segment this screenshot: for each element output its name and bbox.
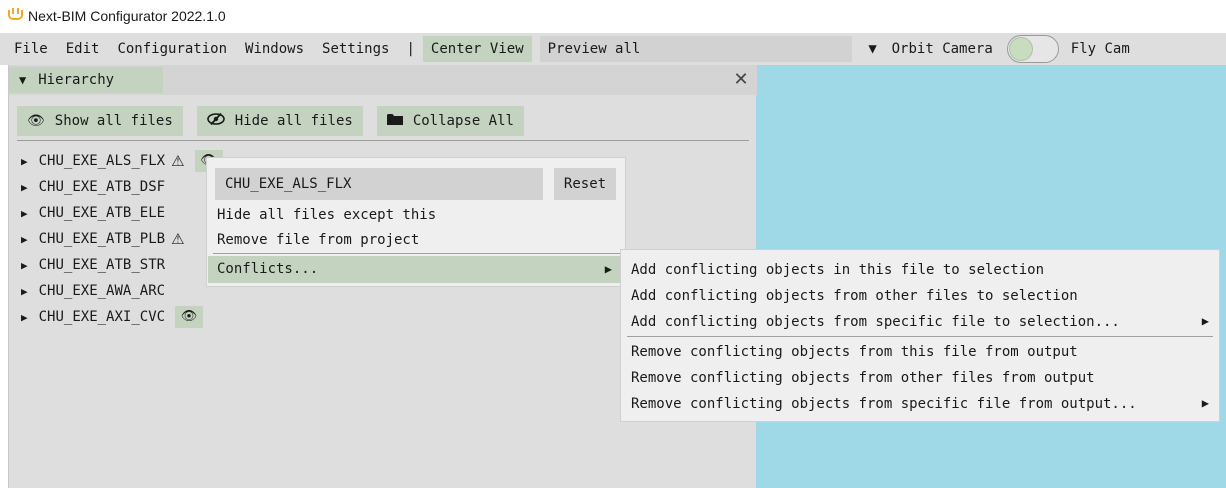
show-all-files-label: Show all files — [54, 113, 173, 129]
file-name: CHU_EXE_ATB_DSF — [38, 179, 166, 195]
collapse-all-label: Collapse All — [412, 113, 514, 129]
collapse-triangle-icon[interactable]: ▼ — [19, 73, 26, 87]
file-row[interactable]: ▶ CHU_EXE_ATB_PLB ⚠ — [21, 226, 223, 252]
file-row[interactable]: ▶ CHU_EXE_ATB_STR — [21, 252, 223, 278]
menu-bar: File Edit Configuration Windows Settings… — [0, 33, 1226, 65]
expand-triangle-icon[interactable]: ▶ — [21, 207, 28, 220]
submenu-divider — [627, 336, 1213, 337]
menu-divider — [213, 253, 621, 254]
orbit-camera-label: Orbit Camera — [891, 41, 993, 57]
file-name: CHU_EXE_AWA_ARC — [38, 283, 166, 299]
eye-slash-icon — [206, 112, 225, 129]
file-row[interactable]: ▶ CHU_EXE_ALS_FLX ⚠ 👁 — [21, 148, 223, 174]
menu-windows[interactable]: Windows — [236, 33, 313, 65]
add-conflicts-specific-file-item[interactable]: Add conflicting objects from specific fi… — [631, 314, 1120, 330]
submenu-arrow-icon: ▶ — [1201, 396, 1209, 410]
expand-triangle-icon[interactable]: ▶ — [21, 259, 28, 272]
expand-triangle-icon[interactable]: ▶ — [21, 285, 28, 298]
hierarchy-tab-label: Hierarchy — [38, 72, 115, 88]
file-row[interactable]: ▶ CHU_EXE_ATB_ELE — [21, 200, 223, 226]
menu-separator: | — [406, 41, 415, 57]
preview-all-button[interactable]: Preview all — [539, 36, 852, 62]
toggle-knob — [1008, 37, 1033, 61]
hide-all-files-label: Hide all files — [234, 113, 353, 129]
file-name-field[interactable]: CHU_EXE_ALS_FLX — [215, 168, 543, 200]
add-conflicts-this-file-item[interactable]: Add conflicting objects in this file to … — [631, 262, 1044, 278]
expand-triangle-icon[interactable]: ▶ — [21, 311, 28, 324]
title-bar: Next-BIM Configurator 2022.1.0 — [0, 0, 1226, 32]
file-context-menu: CHU_EXE_ALS_FLX Reset Hide all files exc… — [206, 157, 626, 287]
file-name: CHU_EXE_AXI_CVC — [38, 309, 166, 325]
conflicts-submenu: Add conflicting objects in this file to … — [620, 249, 1220, 422]
submenu-arrow-icon: ▶ — [604, 262, 612, 276]
file-name: CHU_EXE_ATB_PLB — [38, 231, 166, 247]
vr-headset-icon — [8, 8, 23, 20]
hide-all-except-this-item[interactable]: Hide all files except this — [217, 207, 436, 223]
hierarchy-toolbar: 👁 Show all files Hide all files Collapse… — [17, 106, 524, 136]
menu-configuration[interactable]: Configuration — [108, 33, 236, 65]
menu-edit[interactable]: Edit — [57, 33, 109, 65]
expand-triangle-icon[interactable]: ▶ — [21, 233, 28, 246]
window-title: Next-BIM Configurator 2022.1.0 — [28, 8, 226, 24]
collapse-all-button[interactable]: Collapse All — [376, 106, 524, 136]
file-list: ▶ CHU_EXE_ALS_FLX ⚠ 👁 ▶ CHU_EXE_ATB_DSF … — [21, 148, 223, 330]
hide-all-files-button[interactable]: Hide all files — [196, 106, 363, 136]
conflicts-label: Conflicts... — [217, 261, 319, 277]
warning-icon: ⚠ — [171, 152, 185, 170]
hierarchy-header: ▼ Hierarchy ✕ — [9, 65, 757, 95]
file-name: CHU_EXE_ALS_FLX — [38, 153, 166, 169]
remove-file-item[interactable]: Remove file from project — [217, 232, 419, 248]
file-row[interactable]: ▶ CHU_EXE_AXI_CVC 👁 — [21, 304, 223, 330]
reset-button[interactable]: Reset — [554, 168, 616, 200]
eye-icon: 👁 — [27, 113, 45, 129]
conflicts-item[interactable]: Conflicts... ▶ — [208, 256, 624, 283]
camera-dropdown-icon[interactable]: ▼ — [860, 36, 886, 62]
submenu-arrow-icon: ▶ — [1201, 314, 1209, 328]
add-conflicts-other-files-item[interactable]: Add conflicting objects from other files… — [631, 288, 1078, 304]
menu-file[interactable]: File — [0, 33, 57, 65]
file-name: CHU_EXE_ATB_ELE — [38, 205, 166, 221]
camera-mode-toggle[interactable] — [1006, 35, 1059, 63]
remove-conflicts-specific-file-item[interactable]: Remove conflicting objects from specific… — [631, 396, 1137, 412]
folder-icon — [386, 113, 403, 130]
file-row[interactable]: ▶ CHU_EXE_ATB_DSF — [21, 174, 223, 200]
visibility-eye-button[interactable]: 👁 — [175, 306, 204, 328]
hierarchy-tab[interactable]: ▼ Hierarchy — [9, 67, 163, 93]
warning-icon: ⚠ — [171, 230, 185, 248]
close-icon[interactable]: ✕ — [727, 66, 755, 94]
menu-settings[interactable]: Settings — [313, 33, 398, 65]
file-name: CHU_EXE_ATB_STR — [38, 257, 166, 273]
remove-conflicts-other-files-item[interactable]: Remove conflicting objects from other fi… — [631, 370, 1095, 386]
remove-conflicts-this-file-item[interactable]: Remove conflicting objects from this fil… — [631, 344, 1078, 360]
show-all-files-button[interactable]: 👁 Show all files — [17, 106, 183, 136]
toolbar-divider — [17, 140, 749, 141]
center-view-button[interactable]: Center View — [422, 36, 532, 62]
file-row[interactable]: ▶ CHU_EXE_AWA_ARC — [21, 278, 223, 304]
expand-triangle-icon[interactable]: ▶ — [21, 181, 28, 194]
fly-camera-label: Fly Cam — [1070, 41, 1130, 57]
expand-triangle-icon[interactable]: ▶ — [21, 155, 28, 168]
